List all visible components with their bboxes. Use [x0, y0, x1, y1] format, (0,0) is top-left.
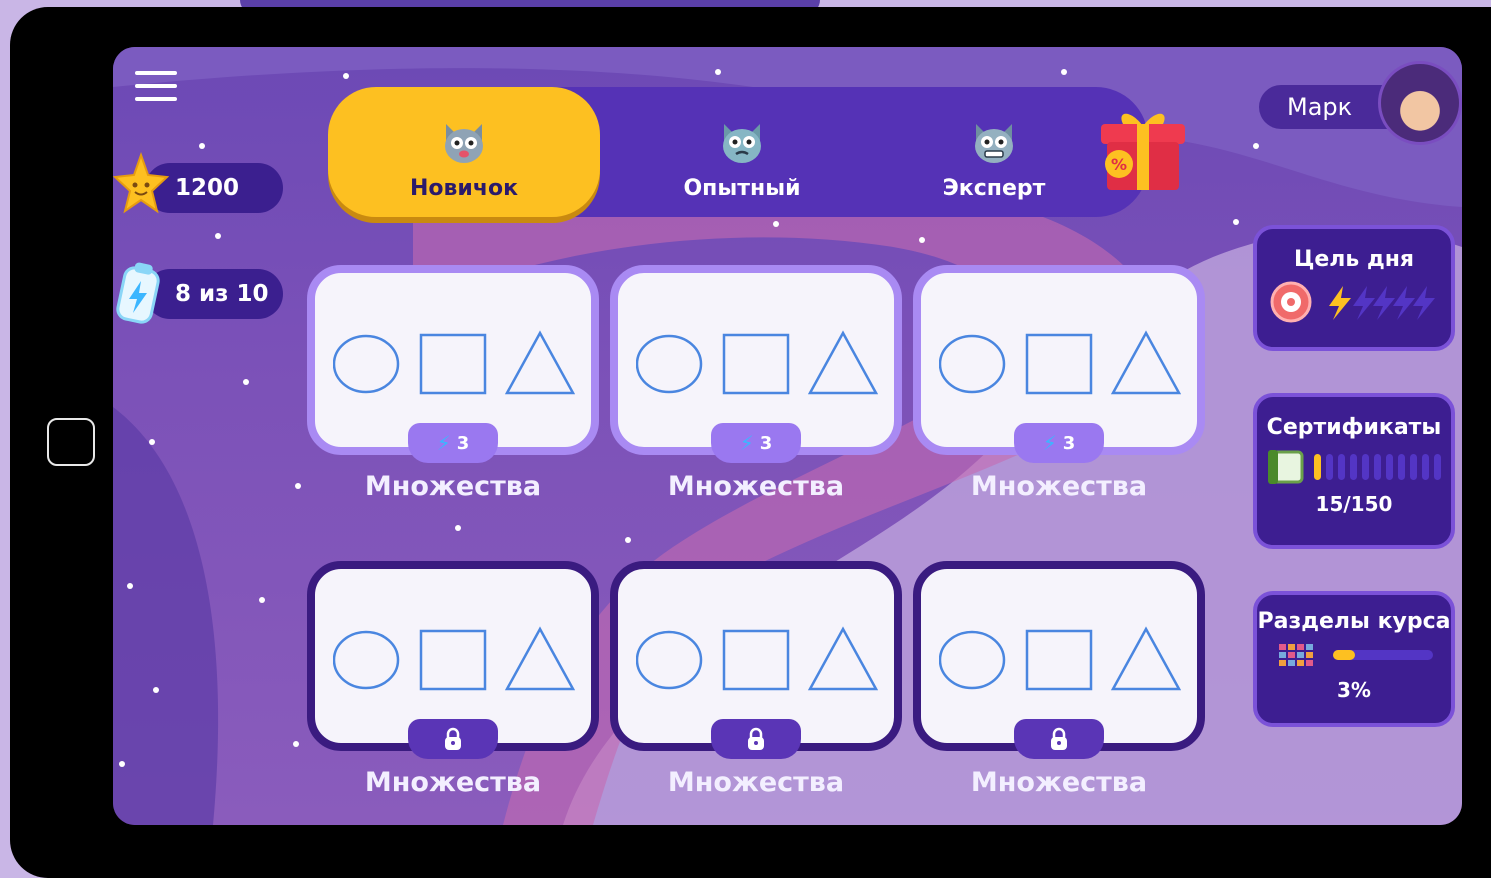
- lock-icon: [1051, 727, 1067, 750]
- course-sections-card[interactable]: Разделы курса 3%: [1253, 591, 1455, 727]
- stars-value: 1200: [175, 175, 240, 201]
- star-decoration: [343, 73, 349, 79]
- energy-cost-badge: ⚡ 3: [711, 423, 801, 463]
- app-screen: 1200 8 из 10 Новичок Опытный Эксперт % М…: [113, 47, 1462, 825]
- shapes-icon: [636, 330, 878, 395]
- shapes-icon: [333, 330, 575, 395]
- energy-cost-value: 3: [1062, 432, 1076, 454]
- course-sections-title: Разделы курса: [1257, 609, 1451, 634]
- gift-icon[interactable]: %: [1095, 102, 1191, 194]
- lesson-title: Множества: [970, 471, 1148, 502]
- lesson-title: Множества: [364, 767, 542, 798]
- level-selector: Новичок Опытный Эксперт: [328, 87, 1148, 217]
- star-decoration: [149, 439, 155, 445]
- tab-experienced-label: Опытный: [683, 176, 801, 201]
- lesson-card[interactable]: ⚡ 3: [307, 265, 599, 463]
- star-decoration: [199, 143, 205, 149]
- star-decoration: [215, 233, 221, 239]
- lock-badge: [711, 719, 801, 759]
- lesson-card-locked[interactable]: [610, 561, 902, 759]
- shapes-icon: [939, 330, 1181, 395]
- lightning-icon: ⚡: [436, 431, 451, 455]
- cat-icon: [445, 124, 483, 163]
- lesson-card[interactable]: ⚡ 3: [610, 265, 902, 463]
- energy-cost-value: 3: [759, 432, 773, 454]
- star-icon: [113, 151, 169, 214]
- svg-text:%: %: [1111, 155, 1127, 174]
- course-sections-progress: [1279, 644, 1433, 666]
- shapes-icon: [939, 626, 1181, 691]
- profile-name-label: Марк: [1287, 93, 1353, 121]
- tab-beginner[interactable]: Новичок: [328, 87, 600, 217]
- avatar[interactable]: [1378, 61, 1462, 145]
- star-decoration: [293, 741, 299, 747]
- lesson-card-locked[interactable]: [913, 561, 1205, 759]
- cat-icon: [723, 124, 761, 163]
- star-decoration: [455, 525, 461, 531]
- energy-cost-badge: ⚡ 3: [408, 423, 498, 463]
- daily-goal-progress: [1270, 281, 1435, 323]
- tab-expert-label: Эксперт: [942, 176, 1046, 201]
- lesson-title: Множества: [364, 471, 542, 502]
- energy-cost-value: 3: [456, 432, 470, 454]
- lock-badge: [1014, 719, 1104, 759]
- course-sections-percent: 3%: [1337, 678, 1371, 702]
- cat-icon: [975, 124, 1013, 163]
- certificates-count: 15/150: [1315, 492, 1393, 516]
- star-decoration: [773, 221, 779, 227]
- star-decoration: [127, 583, 133, 589]
- energy-value: 8 из 10: [175, 281, 269, 307]
- shapes-icon: [333, 626, 575, 691]
- certificates-progress: [1268, 450, 1441, 484]
- lesson-title: Множества: [970, 767, 1148, 798]
- star-decoration: [1061, 69, 1067, 75]
- star-decoration: [153, 687, 159, 693]
- star-decoration: [259, 597, 265, 603]
- lesson-title: Множества: [667, 471, 845, 502]
- star-decoration: [625, 537, 631, 543]
- lock-icon: [445, 727, 461, 750]
- lock-icon: [748, 727, 764, 750]
- tablet-home-button[interactable]: [47, 418, 95, 466]
- star-decoration: [1233, 219, 1239, 225]
- daily-goal-card[interactable]: Цель дня: [1253, 225, 1455, 351]
- certificates-title: Сертификаты: [1266, 415, 1442, 440]
- tab-expert[interactable]: Эксперт: [858, 87, 1130, 217]
- certificates-card[interactable]: Сертификаты 15/150: [1253, 393, 1455, 549]
- star-decoration: [295, 483, 301, 489]
- battery-icon: [116, 262, 160, 324]
- tab-beginner-label: Новичок: [409, 176, 518, 201]
- star-decoration: [715, 69, 721, 75]
- shapes-icon: [636, 626, 878, 691]
- star-decoration: [119, 761, 125, 767]
- star-decoration: [919, 237, 925, 243]
- lightning-icon: ⚡: [1042, 431, 1057, 455]
- energy-cost-badge: ⚡ 3: [1014, 423, 1104, 463]
- energy-counter: 8 из 10: [145, 269, 283, 319]
- star-decoration: [243, 379, 249, 385]
- lightning-icon: ⚡: [739, 431, 754, 455]
- lesson-card-locked[interactable]: [307, 561, 599, 759]
- star-decoration: [1253, 143, 1259, 149]
- tab-experienced[interactable]: Опытный: [606, 87, 878, 217]
- lesson-title: Множества: [667, 767, 845, 798]
- hamburger-menu-icon[interactable]: [135, 71, 177, 105]
- lesson-card[interactable]: ⚡ 3: [913, 265, 1205, 463]
- daily-goal-title: Цель дня: [1293, 247, 1415, 272]
- lock-badge: [408, 719, 498, 759]
